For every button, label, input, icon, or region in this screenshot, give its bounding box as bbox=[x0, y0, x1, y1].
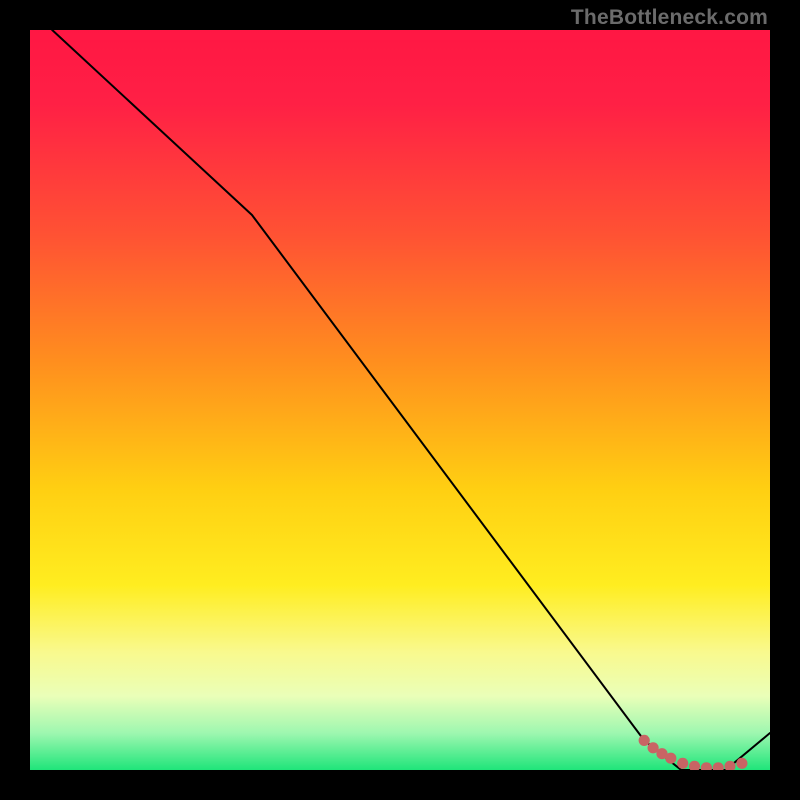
watermark-text: TheBottleneck.com bbox=[571, 6, 768, 30]
gradient-bg bbox=[30, 30, 770, 770]
chart-container: TheBottleneck.com bbox=[0, 0, 800, 800]
plot-area bbox=[30, 30, 770, 770]
